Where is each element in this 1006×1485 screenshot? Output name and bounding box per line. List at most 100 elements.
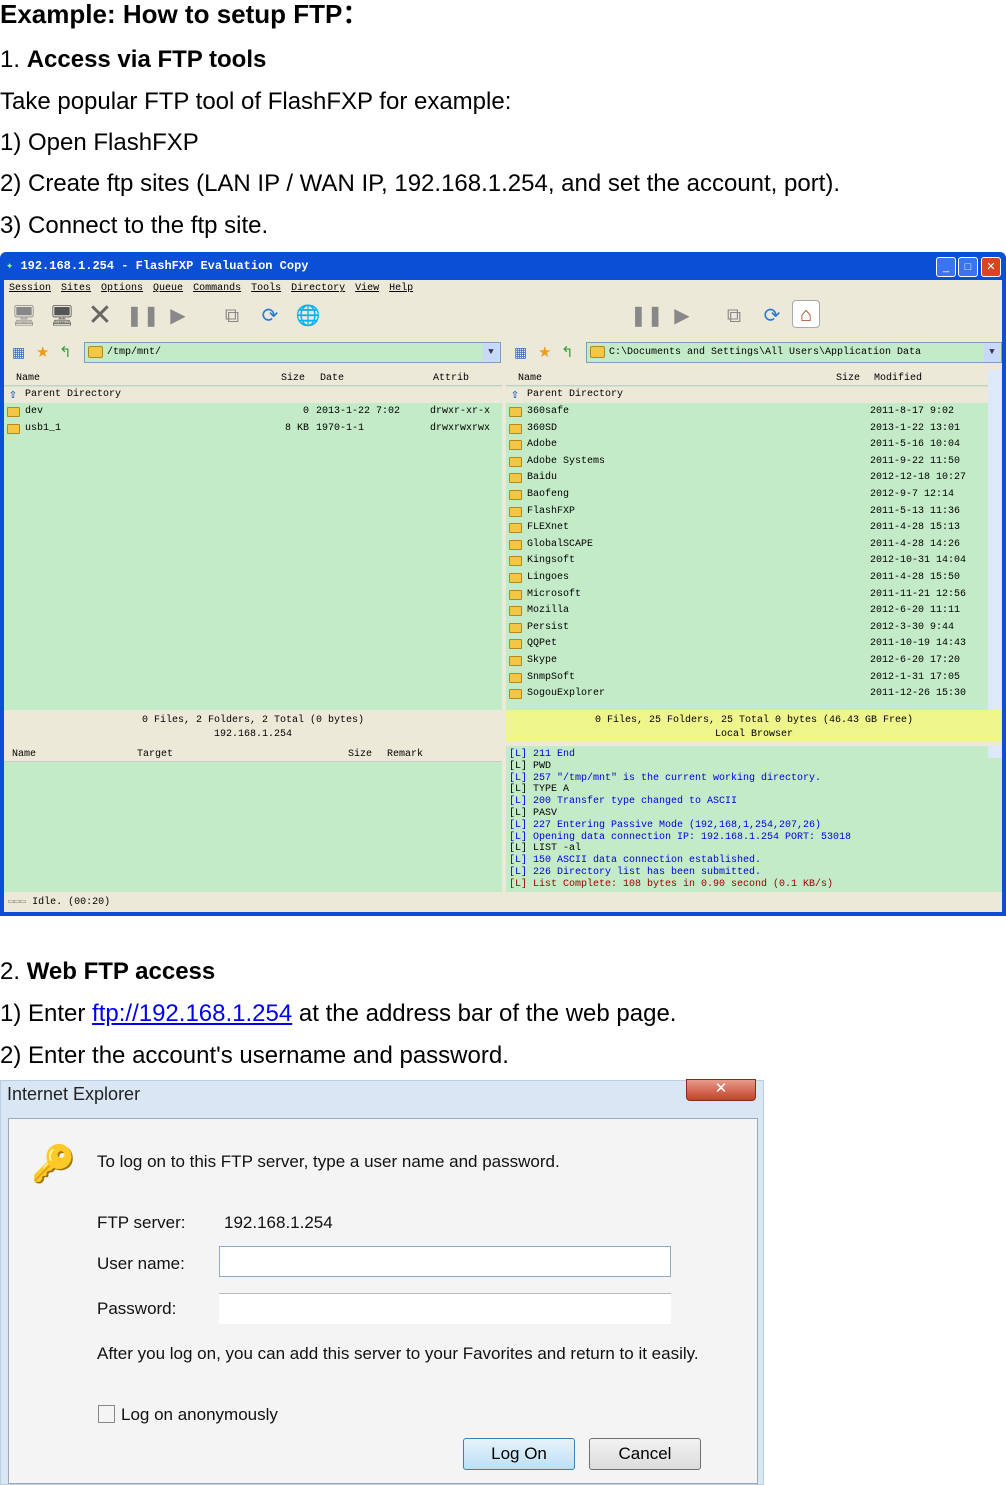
scrollbar[interactable] (988, 370, 1002, 710)
favorites-star-icon[interactable]: ★ (538, 343, 551, 361)
local-file-list: Name Size Modified ⇧ Parent Directory 360… (506, 370, 1002, 710)
menu-item-session[interactable]: Session (9, 283, 51, 294)
password-input[interactable] (219, 1293, 671, 1324)
file-row[interactable]: 360SD 2013-1-22 13:01 (506, 421, 988, 437)
close-button[interactable]: ✕ (686, 1079, 756, 1101)
file-row[interactable]: dev 0 2013-1-22 7:02 drwxr-xr-x (4, 404, 502, 420)
row-size: 0 (302, 406, 309, 417)
file-row[interactable]: Baofeng 2012-9-7 12:14 (506, 487, 988, 503)
parent-dir-icon[interactable]: ↰ (59, 343, 72, 361)
pause-icon[interactable]: ❚❚ (630, 302, 664, 330)
globe-icon[interactable]: 🌐 (294, 302, 322, 330)
connect-icon[interactable]: 🖥 (10, 302, 38, 330)
paragraph: 2) Enter the account's username and pass… (0, 1042, 509, 1069)
home-icon[interactable]: ⌂ (792, 300, 820, 328)
file-row[interactable]: Kingsoft 2012-10-31 14:04 (506, 553, 988, 569)
file-row[interactable]: usb1_1 8 KB 1970-1-1 drwxrwxrwx (4, 421, 502, 437)
abort-icon[interactable]: ✕ (86, 301, 114, 331)
username-input[interactable] (219, 1246, 671, 1277)
file-row[interactable]: SogouExplorer 2011-12-26 15:30 (506, 686, 988, 702)
file-row[interactable]: Adobe Systems 2011-9-22 11:50 (506, 454, 988, 470)
file-row[interactable]: Microsoft 2011-11-21 12:56 (506, 587, 988, 603)
file-row[interactable]: QQPet 2011-10-19 14:43 (506, 636, 988, 652)
file-row[interactable]: Lingoes 2011-4-28 15:50 (506, 570, 988, 586)
log-on-button[interactable]: Log On (463, 1438, 575, 1470)
file-row[interactable]: FLEXnet 2011-4-28 15:13 (506, 520, 988, 536)
column-attrib[interactable]: Attrib (433, 373, 469, 384)
chevron-down-icon[interactable]: ▼ (483, 344, 499, 361)
folder-icon (509, 456, 522, 467)
column-modified[interactable]: Modified (874, 373, 922, 384)
menu-item-directory[interactable]: Directory (291, 283, 345, 294)
row-date: 2012-10-31 14:04 (870, 555, 967, 567)
column-size[interactable]: Size (281, 373, 305, 384)
paragraph: 3) Connect to the ftp site. (0, 212, 269, 239)
remote-path-input[interactable]: /tmp/mnt/ ▼ (84, 342, 501, 363)
ftp-link[interactable]: ftp://192.168.1.254 (92, 1000, 292, 1027)
close-button[interactable]: ✕ (981, 257, 1001, 277)
folder-icon (509, 573, 522, 583)
log-line: [L] Opening data connection IP: 192.168.… (509, 831, 852, 843)
menu-item-help[interactable]: Help (389, 283, 413, 294)
folder-icon (7, 423, 20, 434)
pause-icon[interactable]: ❚❚ (126, 302, 160, 330)
local-path-input[interactable]: C:\Documents and Settings\All Users\Appl… (586, 342, 1002, 363)
file-row[interactable]: FlashFXP 2011-5-13 11:36 (506, 504, 988, 520)
row-name: dev (25, 406, 44, 417)
maximize-button[interactable]: □ (958, 257, 978, 277)
section-title: Web FTP access (26, 958, 216, 985)
file-row[interactable]: Persist 2012-3-30 9:44 (506, 620, 988, 636)
folder-icon (7, 407, 20, 417)
folder-icon (509, 407, 522, 417)
disconnect-icon[interactable]: 🖥 (48, 302, 76, 330)
cancel-button[interactable]: Cancel (589, 1438, 701, 1470)
file-row[interactable]: SnmpSoft 2012-1-31 17:05 (506, 670, 988, 686)
play-icon[interactable]: ▶ (668, 302, 696, 330)
column-name[interactable]: Name (518, 373, 542, 384)
chevron-down-icon[interactable]: ▼ (984, 344, 1000, 361)
folder-icon (509, 689, 522, 700)
menu-item-options[interactable]: Options (101, 283, 143, 294)
log-line: [L] PWD (509, 760, 552, 772)
menu-item-commands[interactable]: Commands (193, 283, 241, 294)
local-status-summary: 0 Files, 25 Folders, 25 Total 0 bytes (4… (594, 715, 914, 726)
minimize-button[interactable]: _ (936, 257, 956, 277)
scrollbar[interactable] (988, 746, 1002, 758)
anonymous-checkbox[interactable] (98, 1405, 115, 1423)
file-row[interactable]: GlobalSCAPE 2011-4-28 14:26 (506, 537, 988, 553)
column-name[interactable]: Name (12, 749, 36, 760)
column-size[interactable]: Size (348, 749, 372, 760)
file-row[interactable]: Adobe 2011-5-16 10:04 (506, 437, 988, 453)
sites-icon[interactable]: ▦ (514, 344, 527, 361)
column-size[interactable]: Size (836, 373, 860, 384)
column-remark[interactable]: Remark (387, 749, 423, 760)
column-date[interactable]: Date (320, 373, 344, 384)
menu-item-view[interactable]: View (355, 283, 379, 294)
refresh-icon[interactable]: ⟳ (758, 302, 786, 330)
transfer-icon[interactable]: ⧉ (720, 302, 748, 330)
paragraph: 1) Open FlashFXP (0, 129, 199, 156)
sites-icon[interactable]: ▦ (12, 344, 25, 361)
column-name[interactable]: Name (16, 373, 40, 384)
transfer-icon[interactable]: ⧉ (218, 302, 246, 330)
file-row[interactable]: Mozilla 2012-6-20 11:11 (506, 603, 988, 619)
parent-dir-icon[interactable]: ↰ (561, 343, 574, 361)
file-row[interactable]: 360safe 2011-8-17 9:02 (506, 404, 988, 420)
folder-icon (509, 473, 522, 484)
text: at the address bar of the web page. (292, 1000, 677, 1027)
refresh-icon[interactable]: ⟳ (256, 302, 284, 330)
parent-directory-row[interactable]: ⇧ Parent Directory (506, 387, 988, 403)
folder-icon (509, 539, 522, 550)
menu-item-tools[interactable]: Tools (251, 283, 281, 294)
favorites-star-icon[interactable]: ★ (36, 343, 49, 361)
row-name: Baidu (527, 472, 558, 484)
file-row[interactable]: Skype 2012-6-20 17:20 (506, 653, 988, 669)
menu-item-sites[interactable]: Sites (61, 283, 91, 294)
play-icon[interactable]: ▶ (164, 302, 192, 330)
menu-item-queue[interactable]: Queue (153, 283, 183, 294)
file-row[interactable]: Baidu 2012-12-18 10:27 (506, 470, 988, 486)
log-line: [L] 200 Transfer type changed to ASCII (509, 796, 738, 808)
local-path-value: C:\Documents and Settings\All Users\Appl… (609, 347, 922, 358)
column-target[interactable]: Target (137, 749, 173, 760)
parent-directory-row[interactable]: ⇧ Parent Directory (4, 387, 502, 403)
